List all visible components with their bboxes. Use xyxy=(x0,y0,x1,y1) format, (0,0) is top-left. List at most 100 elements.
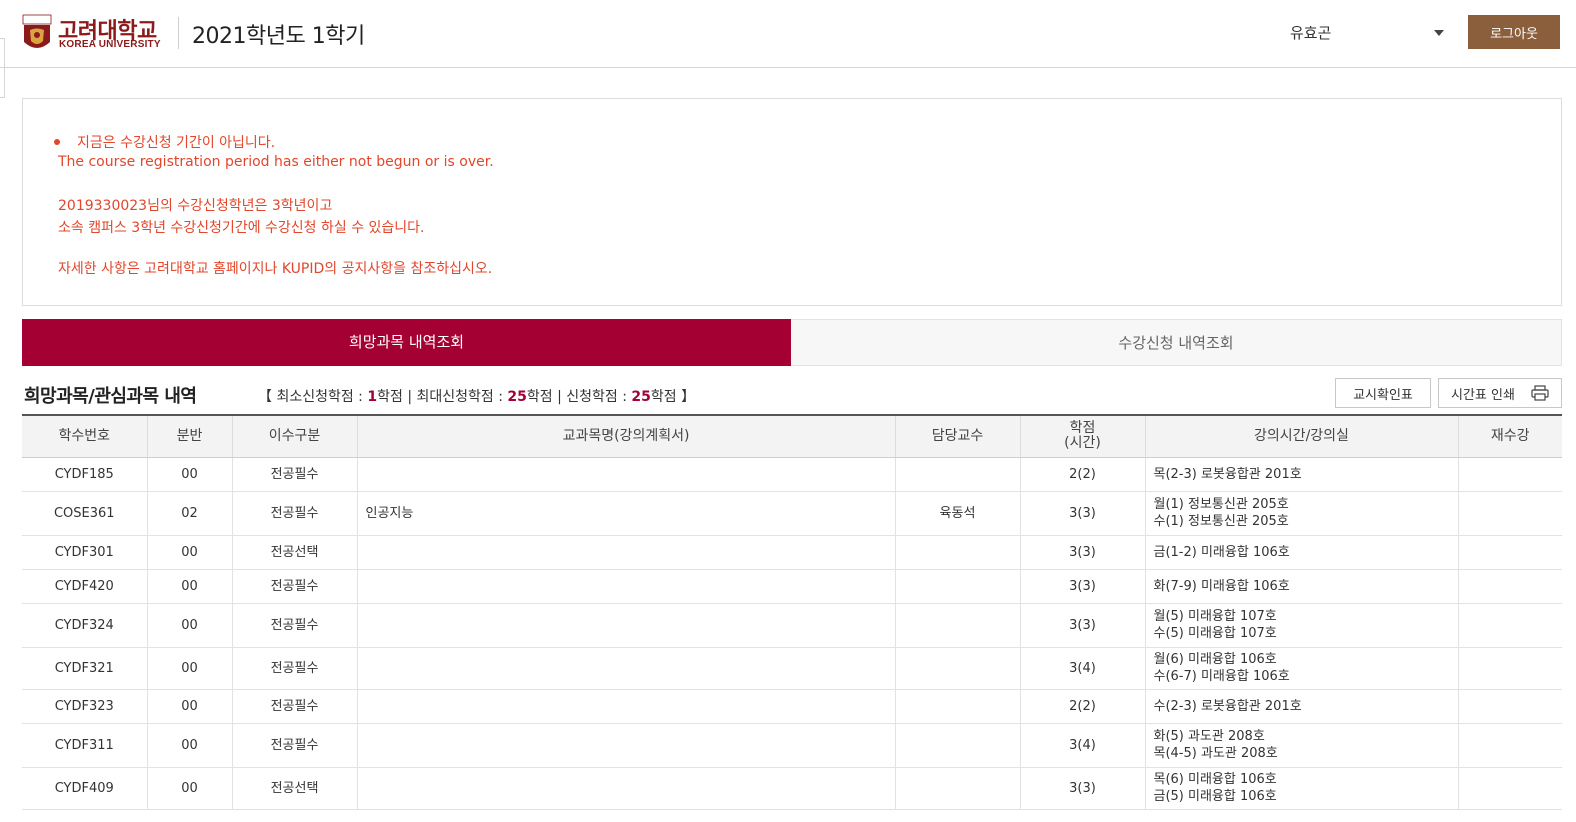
table-row[interactable]: CYDF311 00 전공필수 3(4) 화(5) 과도관 208호 목(4-5) 과도관… xyxy=(22,723,1562,768)
applied-credit-value: 25 xyxy=(631,389,651,405)
table-body: CYDF185 00 전공필수 2(2) 목(2-3) 로봇융합관 201호 COSE36… xyxy=(22,457,1562,810)
column-header: 학점 (시간) xyxy=(1020,414,1146,458)
header-bar: 고려대학교 KOREA UNIVERSITY 2021학년도 1학기 유효곤 로… xyxy=(0,0,1576,68)
chevron-down-icon xyxy=(1434,30,1444,36)
course-code-cell: CYDF311 xyxy=(22,723,148,768)
university-crest-icon[interactable] xyxy=(22,14,52,54)
credit-cell: 3(3) xyxy=(1020,767,1146,810)
table-row[interactable]: CYDF301 00 전공선택 3(3) 금(1-2) 미래융합 106호 xyxy=(22,535,1562,570)
page-title: 2021학년도 1학기 xyxy=(192,24,365,49)
retake-cell xyxy=(1458,689,1562,724)
course-type-cell: 전공필수 xyxy=(232,491,358,536)
bullet-icon xyxy=(54,139,60,145)
schedule-cell: 목(2-3) 로봇융합관 201호 xyxy=(1145,457,1459,492)
course-type-cell: 전공선택 xyxy=(232,767,358,810)
credit-cell: 3(3) xyxy=(1020,491,1146,536)
course-table: 학수번호 분반 이수구분 교과목명(강의계획서) 담당교수 학점 (시간) 강의시간/강의실… xyxy=(22,414,1562,810)
table-row[interactable]: CYDF420 00 전공필수 3(3) 화(7-9) 미래융합 106호 xyxy=(22,569,1562,604)
applied-credit-label: 신청학점 : xyxy=(566,389,632,405)
section-title: 희망과목/관심과목 내역 xyxy=(24,386,197,407)
min-credit-label: 최소신청학점 : xyxy=(272,389,368,405)
header-divider xyxy=(178,17,179,49)
professor-cell xyxy=(895,457,1021,492)
notice-line: 소속 캠퍼스 3학년 수강신청기간에 수강신청 하실 수 있습니다. xyxy=(58,220,425,236)
bracket-close: 】 xyxy=(676,389,696,405)
max-credit-label: 최대신청학점 : xyxy=(416,389,508,405)
schedule-line: 금(1-2) 미래융합 106호 xyxy=(1153,544,1290,560)
course-type-cell: 전공필수 xyxy=(232,689,358,724)
professor-cell xyxy=(895,569,1021,604)
tab-bar: 희망과목 내역조회 수강신청 내역조회 xyxy=(22,319,1562,366)
column-header: 분반 xyxy=(147,414,233,458)
course-name-cell[interactable] xyxy=(357,603,896,648)
schedule-line: 수(5) 미래융합 107호 xyxy=(1153,626,1277,641)
course-name-cell[interactable] xyxy=(357,767,896,810)
course-type-cell: 전공필수 xyxy=(232,603,358,648)
section-cell: 00 xyxy=(147,457,233,492)
separator: | xyxy=(402,389,417,405)
section-cell: 00 xyxy=(147,535,233,570)
course-type-cell: 전공필수 xyxy=(232,647,358,690)
min-credit-value: 1 xyxy=(367,389,378,405)
course-name-cell[interactable]: 인공지능 xyxy=(357,491,896,536)
table-row[interactable]: COSE361 02 전공필수 인공지능 육동석 3(3) 월(1) 정보통신관 205호 수… xyxy=(22,491,1562,536)
notice-line: 2019330023님의 수강신청학년은 3학년이고 xyxy=(58,198,333,214)
section-cell: 02 xyxy=(147,491,233,536)
period-table-button[interactable]: 교시확인표 xyxy=(1335,378,1431,408)
notice-line: 지금은 수강신청 기간이 아닙니다. xyxy=(77,135,276,151)
column-header: 교과목명(강의계획서) xyxy=(357,414,896,458)
tab-registration[interactable]: 수강신청 내역조회 xyxy=(791,319,1562,366)
professor-cell xyxy=(895,689,1021,724)
table-row[interactable]: CYDF321 00 전공필수 3(4) 월(6) 미래융합 106호 수(6-7) 미래… xyxy=(22,647,1562,690)
section-cell: 00 xyxy=(147,723,233,768)
user-dropdown[interactable]: 유효곤 xyxy=(1278,18,1450,48)
logout-button[interactable]: 로그아웃 xyxy=(1468,15,1560,49)
retake-cell xyxy=(1458,767,1562,810)
print-timetable-button[interactable]: 시간표 인쇄 xyxy=(1438,378,1562,408)
max-credit-value: 25 xyxy=(507,389,527,405)
schedule-line: 수(2-3) 로봇융합관 201호 xyxy=(1153,698,1302,714)
table-row[interactable]: CYDF324 00 전공필수 3(3) 월(5) 미래융합 107호 수(5) 미래융합… xyxy=(22,603,1562,648)
credit-unit: 학점 xyxy=(526,389,553,405)
course-name-cell[interactable] xyxy=(357,647,896,690)
schedule-line: 화(7-9) 미래융합 106호 xyxy=(1153,578,1290,594)
retake-cell xyxy=(1458,569,1562,604)
bracket-open: 【 xyxy=(258,389,272,405)
schedule-line: 월(6) 미래융합 106호 xyxy=(1153,652,1277,667)
professor-cell: 육동석 xyxy=(895,491,1021,536)
retake-cell xyxy=(1458,603,1562,648)
professor-cell xyxy=(895,723,1021,768)
retake-cell xyxy=(1458,457,1562,492)
table-row[interactable]: CYDF323 00 전공필수 2(2) 수(2-3) 로봇융합관 201호 xyxy=(22,689,1562,724)
logo-text-english[interactable]: KOREA UNIVERSITY xyxy=(59,39,161,50)
section-cell: 00 xyxy=(147,603,233,648)
course-code-cell: CYDF301 xyxy=(22,535,148,570)
professor-cell xyxy=(895,767,1021,810)
course-name-cell[interactable] xyxy=(357,723,896,768)
column-header: 학수번호 xyxy=(22,414,148,458)
printer-icon xyxy=(1531,385,1549,401)
user-name: 유효곤 xyxy=(1290,24,1332,42)
table-row[interactable]: CYDF185 00 전공필수 2(2) 목(2-3) 로봇융합관 201호 xyxy=(22,457,1562,492)
credit-cell: 3(4) xyxy=(1020,723,1146,768)
course-code-cell: CYDF185 xyxy=(22,457,148,492)
professor-cell xyxy=(895,647,1021,690)
course-name-cell[interactable] xyxy=(357,457,896,492)
section-cell: 00 xyxy=(147,767,233,810)
course-code-cell: CYDF321 xyxy=(22,647,148,690)
schedule-cell: 월(6) 미래융합 106호 수(6-7) 미래융합 106호 xyxy=(1145,647,1459,690)
table-row[interactable]: CYDF409 00 전공선택 3(3) 목(6) 미래융합 106호 금(5) 미래융합… xyxy=(22,767,1562,810)
credit-cell: 2(2) xyxy=(1020,457,1146,492)
table-header-row: 학수번호 분반 이수구분 교과목명(강의계획서) 담당교수 학점 (시간) 강의시간/강의실… xyxy=(22,414,1562,458)
credit-cell: 3(4) xyxy=(1020,647,1146,690)
schedule-line: 목(4-5) 과도관 208호 xyxy=(1153,746,1278,761)
course-name-cell[interactable] xyxy=(357,569,896,604)
tab-wishlist[interactable]: 희망과목 내역조회 xyxy=(22,319,791,366)
course-name-cell[interactable] xyxy=(357,689,896,724)
schedule-cell: 월(5) 미래융합 107호 수(5) 미래융합 107호 xyxy=(1145,603,1459,648)
course-code-cell: CYDF324 xyxy=(22,603,148,648)
course-name-cell[interactable] xyxy=(357,535,896,570)
schedule-cell: 월(1) 정보통신관 205호 수(1) 정보통신관 205호 xyxy=(1145,491,1459,536)
column-header: 담당교수 xyxy=(895,414,1021,458)
schedule-cell: 금(1-2) 미래융합 106호 xyxy=(1145,535,1459,570)
